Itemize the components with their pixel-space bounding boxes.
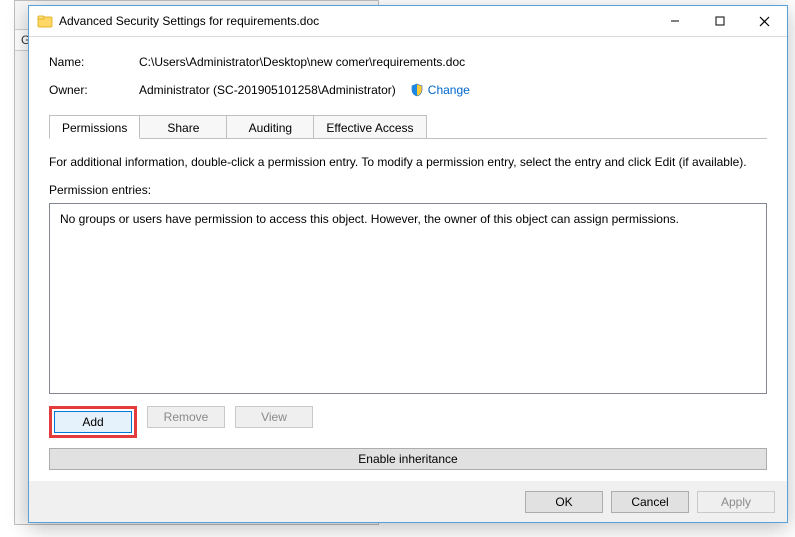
name-label: Name: xyxy=(49,53,139,71)
window-title: Advanced Security Settings for requireme… xyxy=(59,14,652,28)
maximize-button[interactable] xyxy=(697,6,742,36)
permission-entries-list[interactable]: No groups or users have permission to ac… xyxy=(49,203,767,394)
minimize-button[interactable] xyxy=(652,6,697,36)
enable-inheritance-button[interactable]: Enable inheritance xyxy=(49,448,767,470)
inheritance-row: Enable inheritance xyxy=(49,448,767,470)
view-button: View xyxy=(235,406,313,428)
permission-entries-label: Permission entries: xyxy=(49,183,767,197)
tab-bar: Permissions Share Auditing Effective Acc… xyxy=(49,115,767,139)
shield-icon xyxy=(410,83,424,97)
add-button-highlight: Add xyxy=(49,406,137,438)
advanced-security-dialog: Advanced Security Settings for requireme… xyxy=(28,5,788,523)
info-text: For additional information, double-click… xyxy=(49,155,767,169)
tab-auditing[interactable]: Auditing xyxy=(226,115,314,139)
name-row: Name: C:\Users\Administrator\Desktop\new… xyxy=(49,53,767,71)
remove-button: Remove xyxy=(147,406,225,428)
tab-effective-access[interactable]: Effective Access xyxy=(313,115,426,139)
ok-button[interactable]: OK xyxy=(525,491,603,513)
tab-share[interactable]: Share xyxy=(139,115,227,139)
close-button[interactable] xyxy=(742,6,787,36)
owner-value: Administrator (SC-201905101258\Administr… xyxy=(139,81,396,99)
dialog-footer: OK Cancel Apply xyxy=(29,480,787,522)
owner-row: Owner: Administrator (SC-201905101258\Ad… xyxy=(49,81,767,99)
tab-underline xyxy=(49,138,767,139)
change-link-text: Change xyxy=(428,81,470,99)
name-value: C:\Users\Administrator\Desktop\new comer… xyxy=(139,53,465,71)
entries-empty-text: No groups or users have permission to ac… xyxy=(60,212,679,226)
change-owner-link[interactable]: Change xyxy=(410,81,470,99)
titlebar[interactable]: Advanced Security Settings for requireme… xyxy=(29,6,787,37)
apply-button: Apply xyxy=(697,491,775,513)
cancel-button[interactable]: Cancel xyxy=(611,491,689,513)
window-controls xyxy=(652,6,787,36)
entry-buttons-row: Add Remove View xyxy=(49,406,767,438)
add-button[interactable]: Add xyxy=(54,411,132,433)
tab-permissions[interactable]: Permissions xyxy=(49,115,140,139)
folder-icon xyxy=(37,13,53,29)
owner-label: Owner: xyxy=(49,81,139,99)
dialog-content: Name: C:\Users\Administrator\Desktop\new… xyxy=(29,37,787,480)
